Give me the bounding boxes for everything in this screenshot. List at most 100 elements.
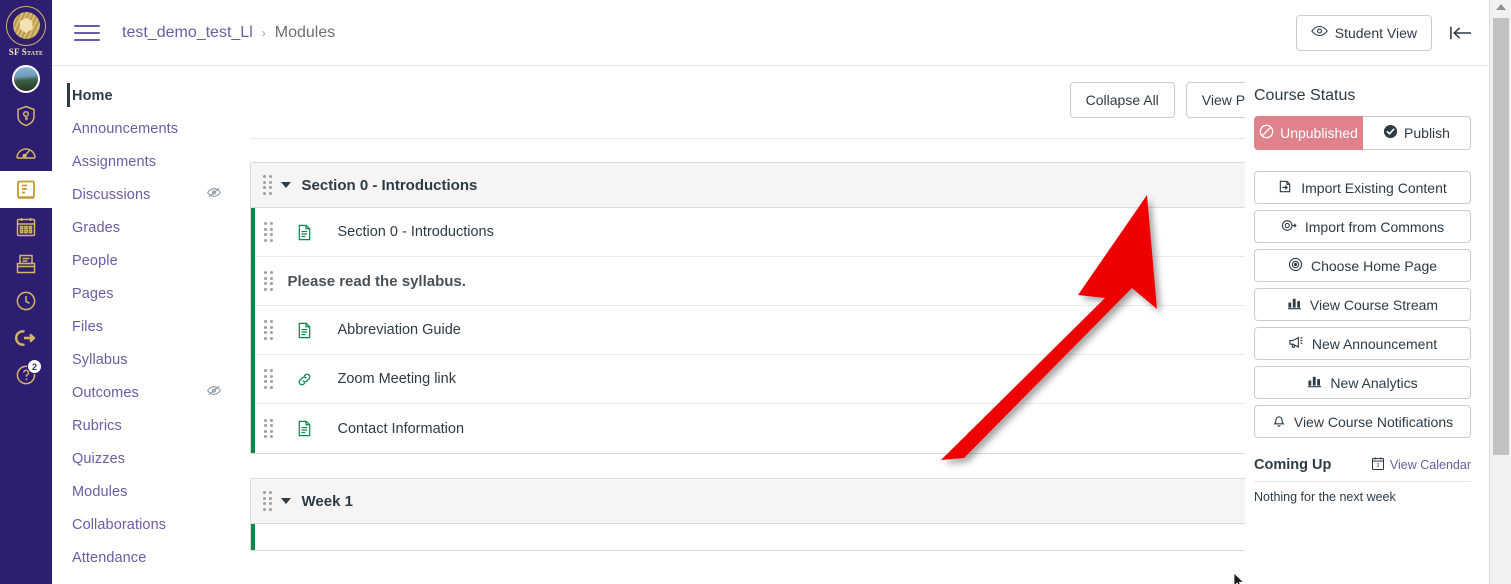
gnav-commons[interactable]: [0, 319, 52, 356]
collapse-left-icon[interactable]: [1448, 24, 1473, 42]
breadcrumb-separator: ›: [262, 26, 266, 40]
new-analytics-button[interactable]: New Analytics: [1254, 366, 1471, 399]
publish-button[interactable]: Publish: [1363, 116, 1471, 150]
drag-handle-icon[interactable]: [264, 271, 273, 291]
hamburger-icon[interactable]: [74, 23, 100, 43]
new-announcement-button[interactable]: New Announcement: [1254, 327, 1471, 360]
hidden-from-students-icon: [206, 384, 222, 402]
course-navigation: Home Announcements Assignments Discussio…: [52, 66, 250, 584]
new-announcement-label: New Announcement: [1312, 336, 1437, 352]
module-item-title[interactable]: Abbreviation Guide: [338, 322, 461, 338]
collapse-all-button[interactable]: Collapse All: [1070, 82, 1175, 118]
sidebar-item-label: Home: [72, 88, 113, 104]
student-view-button[interactable]: Student View: [1296, 15, 1432, 51]
sidebar-item-quizzes[interactable]: Quizzes: [72, 442, 250, 475]
gnav-history[interactable]: [0, 282, 52, 319]
new-analytics-label: New Analytics: [1330, 375, 1417, 391]
drag-handle-icon[interactable]: [264, 419, 273, 439]
sidebar-item-discussions[interactable]: Discussions: [72, 178, 250, 211]
breadcrumb: test_demo_test_Ll › Modules: [122, 24, 335, 42]
module-item-title[interactable]: Zoom Meeting link: [338, 371, 456, 387]
view-calendar-link[interactable]: 3 View Calendar: [1371, 456, 1471, 474]
scrollbar-thumb[interactable]: [1493, 18, 1509, 455]
sidebar-item-announcements[interactable]: Announcements: [72, 112, 250, 145]
sidebar-item-modules[interactable]: Modules: [72, 475, 250, 508]
view-course-stream-button[interactable]: View Course Stream: [1254, 288, 1471, 321]
sidebar-item-label: Discussions: [72, 187, 150, 203]
sidebar-item-rubrics[interactable]: Rubrics: [72, 409, 250, 442]
drag-handle-icon[interactable]: [263, 491, 272, 511]
chevron-down-icon[interactable]: [281, 182, 291, 188]
sidebar-item-label: Files: [72, 319, 103, 335]
gnav-admin[interactable]: [0, 97, 52, 134]
sidebar-item-label: Rubrics: [72, 418, 122, 434]
publish-label: Publish: [1404, 125, 1450, 141]
coming-up-title: Coming Up: [1254, 457, 1331, 473]
drag-handle-icon[interactable]: [264, 320, 273, 340]
module-item-title[interactable]: Section 0 - Introductions: [338, 224, 494, 240]
module-title: Week 1: [302, 493, 353, 510]
module-item-title[interactable]: Contact Information: [338, 421, 465, 437]
sf-state-seal-logo[interactable]: SF State: [0, 0, 52, 60]
drag-handle-icon[interactable]: [264, 222, 273, 242]
sidebar-item-outcomes[interactable]: Outcomes: [72, 376, 250, 409]
sidebar-item-files[interactable]: Files: [72, 310, 250, 343]
chevron-down-icon[interactable]: [281, 498, 291, 504]
import-existing-content-button[interactable]: Import Existing Content: [1254, 171, 1471, 204]
calendar-icon: [14, 215, 38, 239]
gnav-courses[interactable]: [0, 171, 52, 208]
sidebar-item-grades[interactable]: Grades: [72, 211, 250, 244]
gnav-calendar[interactable]: [0, 208, 52, 245]
page-header: test_demo_test_Ll › Modules Student View: [52, 0, 1489, 66]
help-badge-count: 2: [27, 359, 42, 374]
drag-handle-icon[interactable]: [264, 369, 273, 389]
coming-up-header: Coming Up 3 View Calendar: [1254, 456, 1471, 482]
gauge-icon: [14, 141, 38, 165]
sidebar-item-label: Syllabus: [72, 352, 128, 368]
course-status-sidebar: Course Status Unpublished Publish Import…: [1245, 66, 1489, 584]
view-course-notifications-label: View Course Notifications: [1294, 414, 1453, 430]
sidebar-item-attendance[interactable]: Attendance: [72, 541, 250, 574]
module-item-title[interactable]: Please read the syllabus.: [288, 273, 466, 290]
header-actions: Student View: [1296, 15, 1473, 51]
page-icon: [296, 321, 314, 339]
student-view-label: Student View: [1335, 25, 1417, 41]
breadcrumb-course-link[interactable]: test_demo_test_Ll: [122, 24, 253, 42]
sidebar-item-assignments[interactable]: Assignments: [72, 145, 250, 178]
page-icon: [296, 223, 314, 241]
inbox-icon: [14, 252, 38, 276]
avatar: [12, 65, 40, 93]
no-entry-icon: [1259, 124, 1274, 142]
module-title: Section 0 - Introductions: [302, 177, 478, 194]
view-course-notifications-button[interactable]: View Course Notifications: [1254, 405, 1471, 438]
book-icon: [14, 178, 38, 202]
scroll-up-arrow-icon[interactable]: [1496, 4, 1506, 10]
page-scrollbar[interactable]: [1489, 0, 1511, 584]
global-navigation: SF State: [0, 0, 52, 584]
megaphone-icon: [1288, 335, 1304, 353]
sidebar-item-home[interactable]: Home: [72, 79, 250, 112]
unpublished-button[interactable]: Unpublished: [1254, 116, 1363, 150]
gnav-account-avatar[interactable]: [0, 60, 52, 97]
view-calendar-label: View Calendar: [1390, 458, 1471, 472]
breadcrumb-current: Modules: [275, 24, 335, 42]
gnav-inbox[interactable]: [0, 245, 52, 282]
import-from-commons-label: Import from Commons: [1305, 219, 1444, 235]
gnav-dashboard[interactable]: [0, 134, 52, 171]
import-from-commons-button[interactable]: Import from Commons: [1254, 210, 1471, 243]
sidebar-item-collaborations[interactable]: Collaborations: [72, 508, 250, 541]
bell-icon: [1272, 413, 1286, 431]
course-status-toggle: Unpublished Publish: [1254, 116, 1471, 150]
gnav-help[interactable]: 2: [0, 356, 52, 393]
choose-home-page-label: Choose Home Page: [1311, 258, 1437, 274]
svg-text:3: 3: [1376, 463, 1379, 469]
target-icon: [1288, 257, 1303, 275]
sidebar-item-syllabus[interactable]: Syllabus: [72, 343, 250, 376]
sidebar-item-label: Modules: [72, 484, 128, 500]
sidebar-item-pages[interactable]: Pages: [72, 277, 250, 310]
choose-home-page-button[interactable]: Choose Home Page: [1254, 249, 1471, 282]
sidebar-item-people[interactable]: People: [72, 244, 250, 277]
sidebar-item-label: Pages: [72, 286, 114, 302]
brand-label: SF State: [9, 47, 43, 57]
drag-handle-icon[interactable]: [263, 175, 272, 195]
